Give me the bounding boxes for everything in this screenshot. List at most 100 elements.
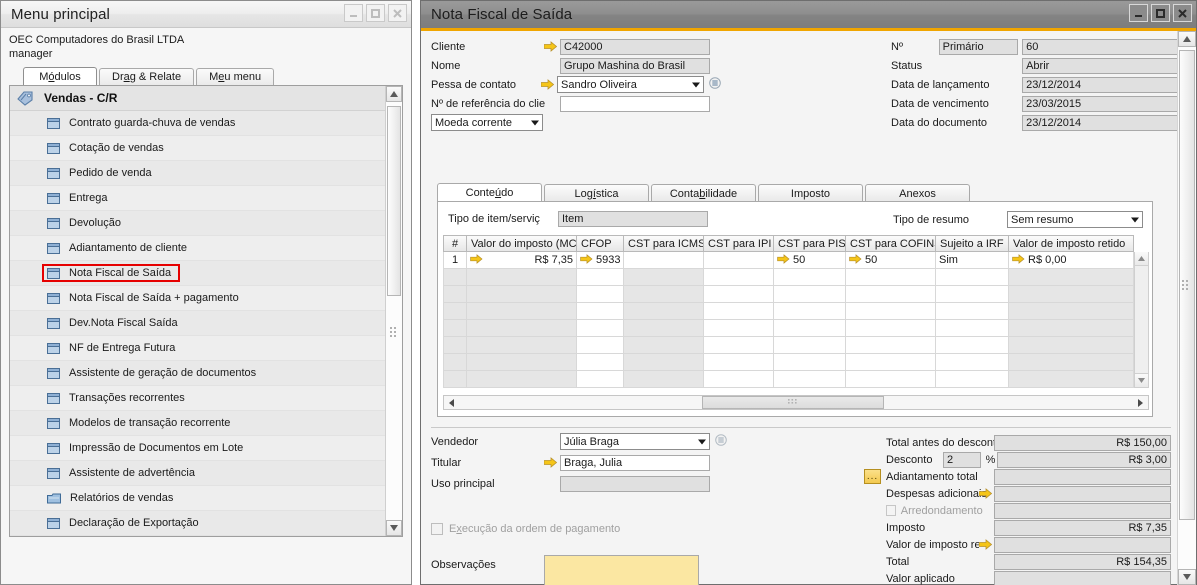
uso-principal-input[interactable] [560,475,710,492]
cell-valor-imposto-mc[interactable]: R$ 7,35 [467,252,577,269]
menu-item-contrato-guarda-chuva[interactable]: Contrato guarda-chuva de vendas [10,111,385,136]
grid-horizontal-scrollbar[interactable] [443,395,1149,410]
grid-scroll-up-icon[interactable] [1135,252,1148,266]
link-arrow-icon[interactable] [979,539,994,550]
cell-empty[interactable] [624,371,704,388]
maximize-icon[interactable] [366,4,385,22]
summary-type-combo[interactable]: Sem resumo [1007,211,1143,228]
cell-empty[interactable] [577,286,624,303]
cell-cst-icms[interactable] [624,252,704,269]
table-row[interactable] [443,286,1134,303]
grid-vertical-scrollbar[interactable] [1134,252,1149,388]
cell-empty[interactable] [577,303,624,320]
tab-anexos[interactable]: Anexos [865,184,970,202]
link-arrow-icon[interactable] [849,253,862,267]
cell-empty[interactable] [467,286,577,303]
total-value[interactable]: R$ 154,35 [994,553,1171,570]
imposto-value[interactable]: R$ 7,35 [994,519,1171,536]
cell-empty[interactable] [774,286,846,303]
cell-empty[interactable] [774,337,846,354]
cell-empty[interactable] [936,286,1009,303]
cell-empty[interactable] [624,354,704,371]
link-arrow-icon[interactable] [543,41,560,52]
menu-item-assistente-advertencia[interactable]: Assistente de advertência [10,461,385,486]
cell-empty[interactable] [936,320,1009,337]
cell-empty[interactable] [846,320,936,337]
payment-order-checkbox[interactable] [431,523,443,535]
cell-empty[interactable] [846,286,936,303]
arredondamento-checkbox[interactable] [886,505,896,516]
cell-empty[interactable] [704,320,774,337]
cell-empty[interactable] [936,337,1009,354]
nome-input[interactable]: Grupo Mashina do Brasil [560,57,710,74]
cell-empty[interactable] [774,303,846,320]
cell-empty[interactable] [936,269,1009,286]
menu-scroll-thumb[interactable] [387,106,401,296]
cell-empty[interactable] [467,337,577,354]
menu-item-declaracao-de-exportacao[interactable]: Declaração de Exportação [10,511,385,536]
tab-contabilidade[interactable]: Conta b ilidade [651,184,756,202]
cell-empty[interactable] [846,354,936,371]
minimize-icon[interactable] [344,4,363,22]
cell-empty[interactable] [704,371,774,388]
col-index[interactable]: # [443,235,467,252]
desconto-percent-input[interactable]: 2 [943,451,981,468]
cell-empty[interactable] [704,354,774,371]
invoice-scroll-track[interactable] [1178,47,1196,569]
cell-cst-ipi[interactable] [704,252,774,269]
cell-empty[interactable] [936,354,1009,371]
list-icon[interactable] [715,434,727,449]
cell-empty[interactable] [1009,303,1134,320]
scroll-up-icon[interactable] [386,86,402,102]
cell-empty[interactable] [936,303,1009,320]
valor-aplicado-value[interactable] [994,570,1171,585]
cell-empty[interactable] [1009,269,1134,286]
link-arrow-icon[interactable] [580,253,593,267]
tab-conteudo[interactable]: Conte ú do [437,183,542,202]
cell-empty[interactable] [774,371,846,388]
cell-empty[interactable] [624,337,704,354]
grid-scroll-down-icon[interactable] [1135,373,1148,387]
data-vencimento-input[interactable]: 23/03/2015 [1022,95,1177,112]
scroll-down-icon[interactable] [1178,569,1196,585]
cell-empty[interactable] [704,303,774,320]
scroll-down-icon[interactable] [386,520,402,536]
menu-item-pedido-de-venda[interactable]: Pedido de venda [10,161,385,186]
total-antes-desconto-value[interactable]: R$ 150,00 [994,434,1171,451]
cell-empty[interactable] [704,286,774,303]
cell-empty[interactable] [624,320,704,337]
invoice-vertical-scrollbar[interactable] [1177,31,1196,585]
cell-cst-cofins[interactable]: 50 [846,252,936,269]
col-cst-cofins[interactable]: CST para COFINS [846,235,936,252]
close-icon[interactable] [1173,4,1192,22]
cell-empty[interactable] [846,303,936,320]
cell-empty[interactable] [846,337,936,354]
cell-cst-pis[interactable]: 50 [774,252,846,269]
menu-item-nf-de-entrega-futura[interactable]: NF de Entrega Futura [10,336,385,361]
numero-referencia-input[interactable] [560,95,710,112]
arredondamento-value[interactable] [994,502,1171,519]
cell-empty[interactable] [936,371,1009,388]
cell-empty[interactable] [704,337,774,354]
list-icon[interactable] [709,77,721,92]
despesas-adicionais-value[interactable] [994,485,1171,502]
link-arrow-icon[interactable] [1012,253,1025,267]
menu-item-nota-fiscal-de-saida[interactable]: Nota Fiscal de Saída [10,261,385,286]
tab-modulos[interactable]: Mó dulos [23,67,97,85]
scroll-up-icon[interactable] [1178,31,1196,47]
link-arrow-icon[interactable] [470,253,483,267]
status-input[interactable]: Abrir [1022,57,1177,74]
data-lancamento-input[interactable]: 23/12/2014 [1022,76,1177,93]
cell-empty[interactable] [577,269,624,286]
item-type-input[interactable]: Item [558,211,708,227]
cell-empty[interactable] [774,354,846,371]
scroll-left-icon[interactable] [444,396,459,409]
minimize-icon[interactable] [1129,4,1148,22]
cell-empty[interactable] [624,303,704,320]
link-arrow-icon[interactable] [543,457,560,468]
cell-empty[interactable] [467,303,577,320]
col-cfop[interactable]: CFOP [577,235,624,252]
cell-empty[interactable] [467,320,577,337]
numero-tipo-input[interactable]: Primário [938,38,1019,55]
cell-empty[interactable] [704,269,774,286]
